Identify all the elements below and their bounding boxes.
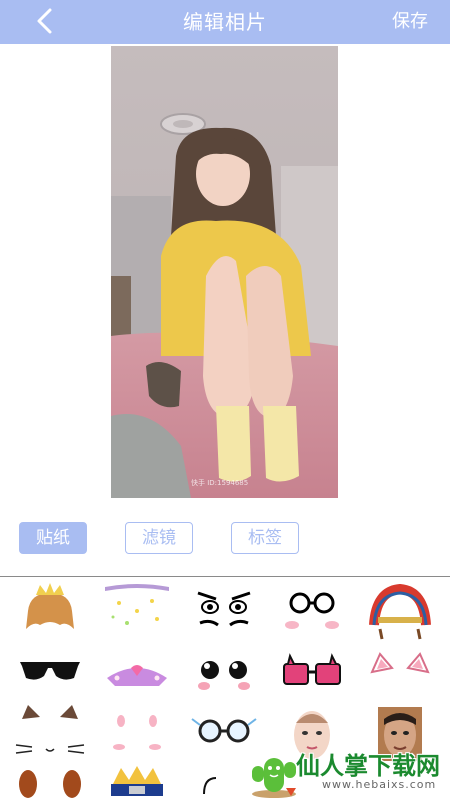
header-bar: 编辑相片 保存 [0, 0, 450, 44]
photo-watermark: 快手 ID:1594685 [191, 479, 249, 487]
ninja-headband-sticker[interactable] [97, 764, 177, 800]
glasses-blush-sticker[interactable] [272, 581, 352, 641]
photo-image [111, 46, 338, 498]
cat-ears-whiskers-sticker[interactable] [10, 703, 90, 763]
tab-labels[interactable]: 标签 [231, 522, 299, 554]
tab-stickers[interactable]: 贴纸 [19, 522, 87, 554]
pink-cat-ears-sticker[interactable] [360, 642, 440, 702]
feather-headdress-sticker[interactable] [360, 581, 440, 641]
tab-filters[interactable]: 滤镜 [125, 522, 193, 554]
cactus-logo-icon [252, 758, 296, 798]
site-name: 仙人掌下载网 [296, 752, 440, 780]
falling-stars-sticker[interactable] [97, 581, 177, 641]
divider [0, 576, 450, 577]
bunny-blush-sticker[interactable] [97, 703, 177, 763]
save-button[interactable]: 保存 [392, 0, 428, 44]
crown-wig-sticker[interactable] [10, 581, 90, 641]
edited-photo[interactable]: 快手 ID:1594685 [111, 46, 338, 498]
sunglasses-sticker[interactable] [10, 642, 90, 702]
edit-tabs: 贴纸 滤镜 标签 [0, 518, 450, 558]
dog-ears-sticker[interactable] [10, 764, 90, 800]
heart-glasses-sticker[interactable] [272, 642, 352, 702]
site-watermark-logo: 仙人掌下载网 www.hebaixs.com [244, 744, 444, 798]
angry-eyes-sticker[interactable] [184, 581, 264, 641]
sticker-grid: 仙人掌下载网 www.hebaixs.com [0, 578, 450, 800]
cute-eyes-sticker[interactable] [184, 642, 264, 702]
pink-crown-sticker[interactable] [97, 642, 177, 702]
page-title: 编辑相片 [183, 10, 267, 34]
site-url: www.hebaixs.com [322, 778, 437, 791]
